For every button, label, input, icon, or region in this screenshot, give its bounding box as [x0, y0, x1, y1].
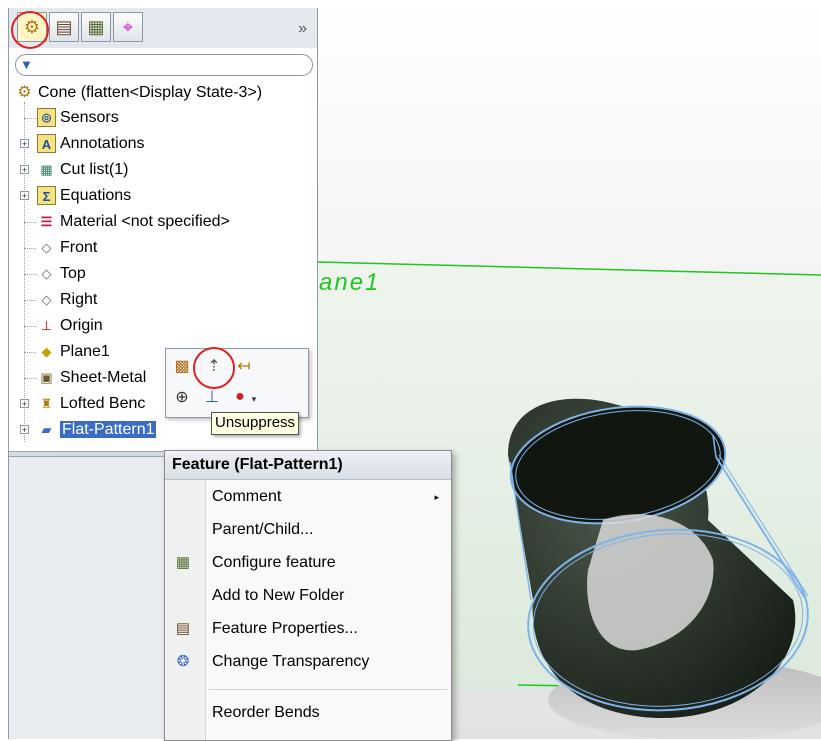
tree-item-label: Sheet-Metal: [60, 369, 147, 386]
configurationmanager-icon: ▦: [87, 16, 105, 37]
plane-icon: ◇: [41, 266, 52, 282]
expand-panel-button[interactable]: »: [298, 20, 307, 38]
tree-item-material[interactable]: ☰ Material <not specified>: [37, 210, 230, 234]
expand-toggle-lofted-bend[interactable]: +: [20, 399, 29, 409]
appearance-icon: ●: [235, 388, 245, 405]
edit-feature-icon: ▩: [174, 358, 190, 375]
material-icon: ☰: [40, 214, 53, 230]
tree-item-plane1[interactable]: ◆ Plane1: [37, 340, 110, 364]
tree-item-label: Top: [60, 265, 86, 282]
tree-item-equations[interactable]: Σ Equations: [37, 184, 131, 208]
context-menu-title: Feature (Flat-Pattern1): [165, 451, 451, 480]
equations-icon: Σ: [37, 186, 56, 206]
tree-item-label: Sensors: [60, 109, 119, 126]
tree-item-label-selected: Flat-Pattern1: [60, 421, 157, 438]
feature-context-menu: Feature (Flat-Pattern1) Comment ▸ Parent…: [164, 450, 452, 741]
plane1-icon: ◆: [41, 344, 52, 360]
tree-connector: [24, 102, 25, 442]
origin-icon: ⊥: [40, 318, 53, 334]
menu-item-configure-feature[interactable]: ▦ Configure feature: [165, 547, 451, 579]
propertymanager-tab[interactable]: ▤: [49, 12, 79, 42]
context-toolbar: ▩ ⇡ ↤ ⊕ ⊥ ● ▾: [165, 348, 309, 418]
part-icon: ⚙: [17, 84, 32, 102]
tree-item-cut-list[interactable]: ▦ Cut list(1): [37, 158, 128, 182]
menu-separator: [209, 689, 447, 690]
tree-item-label: Front: [60, 239, 98, 256]
manager-tab-bar: ⚙ ▤ ▦ ⌖ »: [9, 8, 317, 48]
zoom-to-selection-button[interactable]: ⊕: [170, 385, 194, 409]
tree-root-item[interactable]: ⚙ Cone (flatten<Display State-3>): [15, 81, 262, 105]
menu-item-feature-properties[interactable]: ▤ Feature Properties...: [165, 613, 451, 645]
menu-item-add-to-new-folder[interactable]: Add to New Folder: [165, 580, 451, 612]
highlight-circle-featuremanager: [11, 11, 49, 49]
menu-item-change-transparency[interactable]: ❂ Change Transparency: [165, 646, 451, 678]
dimxpert-icon: ⌖: [122, 16, 134, 37]
expand-toggle-annotations[interactable]: +: [20, 139, 29, 149]
expand-toggle-equations[interactable]: +: [20, 191, 29, 201]
chevron-down-icon: ▾: [251, 393, 257, 404]
tree-item-right-plane[interactable]: ◇ Right: [37, 288, 98, 312]
tree-filter-input[interactable]: ▼: [15, 54, 313, 76]
annotations-icon: A: [37, 134, 56, 154]
tree-item-origin[interactable]: ⊥ Origin: [37, 314, 103, 338]
highlight-circle-unsuppress: [193, 347, 235, 389]
tree-item-sensors[interactable]: ◎ Sensors: [37, 106, 119, 130]
flat-pattern-icon: ▰: [41, 422, 52, 438]
submenu-arrow-icon: ▸: [434, 492, 439, 502]
feature-properties-icon: ▤: [175, 620, 191, 637]
rollback-icon: ↤: [237, 358, 251, 375]
tree-item-label: Right: [60, 291, 98, 308]
dimxpert-tab[interactable]: ⌖: [113, 12, 143, 42]
change-transparency-icon: ❂: [176, 653, 190, 670]
tree-item-label: Cut list(1): [60, 161, 129, 178]
tree-item-label: Material <not specified>: [60, 213, 230, 230]
menu-item-reorder-bends[interactable]: Reorder Bends: [165, 697, 451, 729]
menu-item-comment[interactable]: Comment ▸: [165, 481, 451, 513]
unsuppress-tooltip: Unsuppress: [211, 412, 300, 435]
propertymanager-icon: ▤: [55, 16, 73, 37]
tree-item-front-plane[interactable]: ◇ Front: [37, 236, 98, 260]
expand-toggle-flat-pattern[interactable]: +: [20, 425, 29, 435]
filter-icon: ▼: [20, 57, 33, 72]
plane-icon: ◇: [41, 292, 52, 308]
tree-item-annotations[interactable]: A Annotations: [37, 132, 145, 156]
sheet-metal-icon: ▣: [40, 370, 53, 386]
tree-item-label: Lofted Benc: [60, 395, 146, 412]
configurationmanager-tab[interactable]: ▦: [81, 12, 111, 42]
tree-item-label: Equations: [60, 187, 132, 204]
normal-to-icon: ⊥: [205, 389, 219, 406]
configure-feature-icon: ▦: [175, 554, 191, 571]
rollback-button[interactable]: ↤: [232, 354, 256, 378]
plane-label: ane1: [319, 269, 380, 296]
tree-item-flat-pattern1[interactable]: ▰ Flat-Pattern1: [37, 418, 157, 442]
tree-item-sheet-metal[interactable]: ▣ Sheet-Metal: [37, 366, 146, 390]
tree-item-lofted-bend[interactable]: ♜ Lofted Benc: [37, 392, 146, 416]
plane-icon: ◇: [41, 240, 52, 256]
edit-feature-button[interactable]: ▩: [170, 354, 194, 378]
zoom-icon: ⊕: [175, 389, 189, 406]
menu-item-parent-child[interactable]: Parent/Child...: [165, 514, 451, 546]
tree-item-label: Plane1: [60, 343, 110, 360]
lofted-bend-icon: ♜: [40, 396, 53, 412]
cut-list-icon: ▦: [40, 162, 53, 178]
sensors-icon: ◎: [37, 108, 56, 128]
appearance-dropdown[interactable]: ▾: [248, 387, 260, 411]
tree-item-label: Origin: [60, 317, 103, 334]
tree-item-label: Annotations: [60, 135, 145, 152]
expand-toggle-cut-list[interactable]: +: [20, 165, 29, 175]
tree-root-label: Cone (flatten<Display State-3>): [38, 84, 263, 101]
tree-item-top-plane[interactable]: ◇ Top: [37, 262, 86, 286]
